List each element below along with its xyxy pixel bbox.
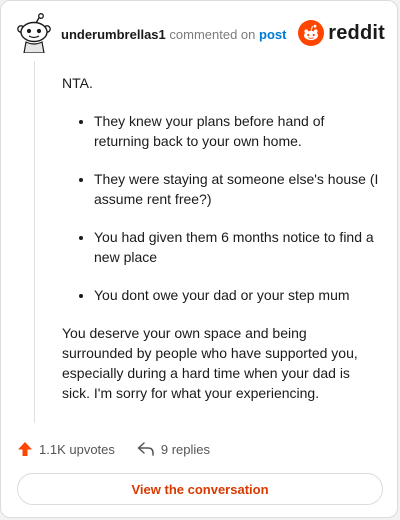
bullet-item: They were staying at someone else's hous… xyxy=(94,169,380,209)
thread-line xyxy=(34,61,35,423)
reddit-logo-icon xyxy=(298,20,325,46)
replies-button[interactable]: 9 replies xyxy=(137,441,210,457)
comment-bullet-list: They knew your plans before hand of retu… xyxy=(62,111,380,305)
post-link[interactable]: post xyxy=(259,27,286,42)
upvote-button[interactable]: 1.1K upvotes xyxy=(17,441,115,457)
upvote-count: 1.1K upvotes xyxy=(39,441,115,457)
reply-count: 9 replies xyxy=(160,441,211,457)
comment-body: NTA. They knew your plans before hand of… xyxy=(62,73,380,403)
reddit-wordmark: reddit xyxy=(328,21,385,44)
bullet-item: You had given them 6 months notice to fi… xyxy=(94,227,380,267)
bullet-item: You dont owe your dad or your step mum xyxy=(94,285,380,305)
comment-card: underumbrellas1 commented on post reddit xyxy=(0,0,398,518)
comment-meta: underumbrellas1 commented on post xyxy=(61,27,286,43)
bullet-item: They knew your plans before hand of retu… xyxy=(94,111,380,151)
snoo-avatar-icon[interactable] xyxy=(15,13,53,54)
comment-intro: NTA. xyxy=(62,75,93,91)
action-text: commented on xyxy=(169,27,256,42)
upvote-arrow-icon xyxy=(17,441,39,457)
username-link[interactable]: underumbrellas1 xyxy=(61,27,166,42)
comment-closing: You deserve your own space and being sur… xyxy=(62,325,358,401)
reply-arrow-icon xyxy=(137,441,161,457)
view-conversation-button[interactable]: View the conversation xyxy=(17,473,383,505)
comment-footer: 1.1K upvotes 9 replies xyxy=(17,439,232,459)
comment-header: underumbrellas1 commented on post reddit xyxy=(15,13,385,57)
reddit-brand[interactable]: reddit xyxy=(298,19,385,47)
